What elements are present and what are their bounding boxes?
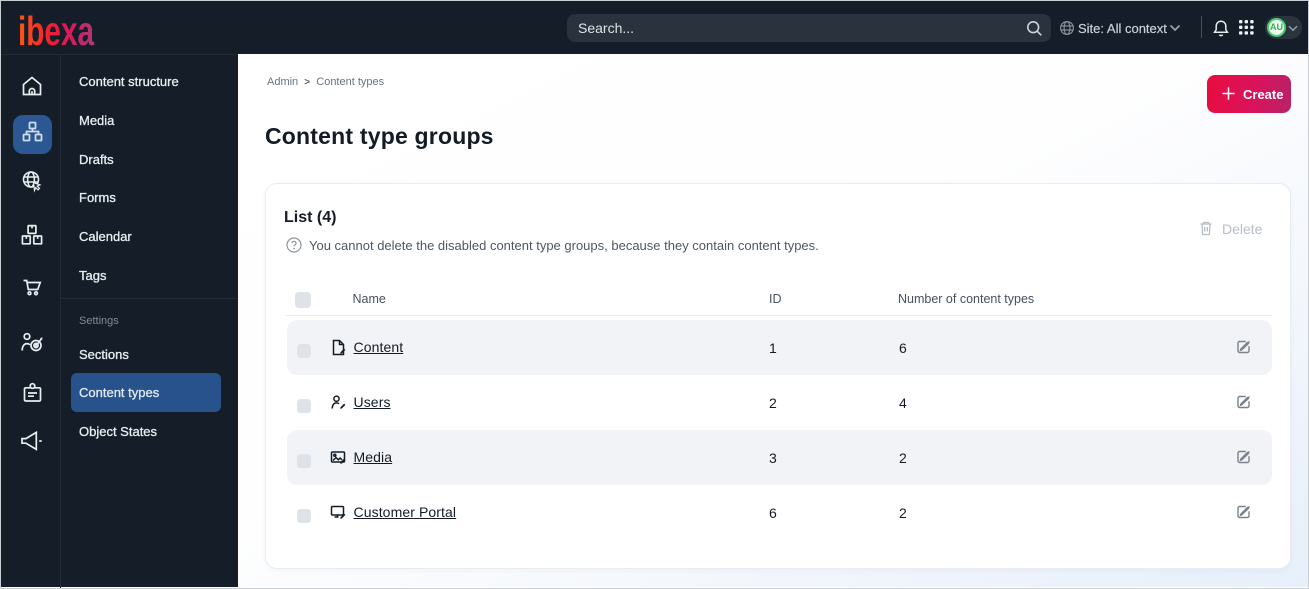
svg-text:ibexa: ibexa [18,11,95,51]
